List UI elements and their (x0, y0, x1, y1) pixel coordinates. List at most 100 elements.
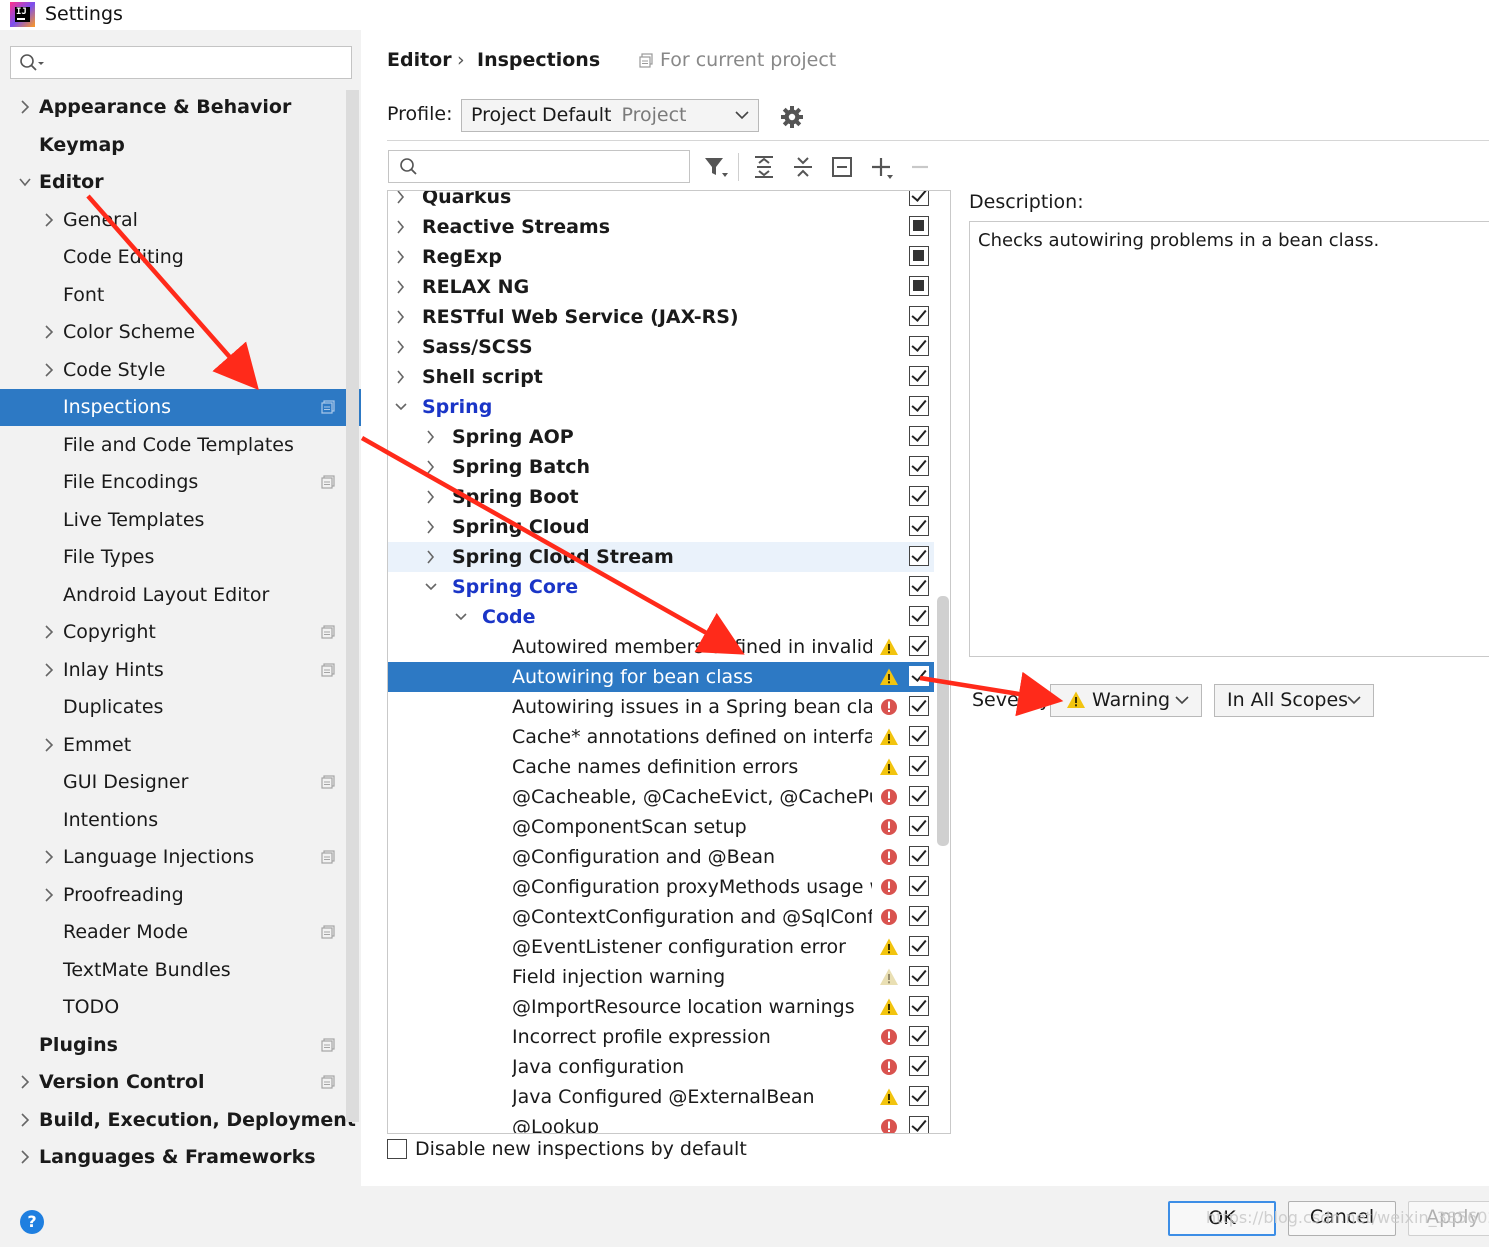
inspection-checkbox[interactable] (909, 336, 929, 356)
inspection-checkbox[interactable] (909, 786, 929, 806)
inspection-checkbox[interactable] (909, 876, 929, 896)
filter-icon[interactable] (702, 153, 730, 181)
reset-icon[interactable] (828, 153, 856, 181)
inspection-checkbox[interactable] (909, 936, 929, 956)
inspection-checkbox[interactable] (909, 1116, 929, 1133)
help-icon[interactable]: ? (20, 1210, 44, 1234)
inspection-checkbox[interactable] (909, 396, 929, 416)
sidebar-item[interactable]: Reader Mode (0, 914, 361, 951)
sidebar-item[interactable]: Appearance & Behavior (0, 89, 361, 126)
inspection-checkbox[interactable] (909, 966, 929, 986)
inspection-row[interactable]: Spring Batch (388, 452, 934, 482)
sidebar-item[interactable]: Language Injections (0, 839, 361, 876)
chevron-right-icon[interactable] (394, 302, 408, 332)
sidebar-item[interactable]: General (0, 202, 361, 239)
inspection-row[interactable]: Autowiring issues in a Spring bean class… (388, 692, 934, 722)
chevron-right-icon[interactable] (42, 202, 56, 239)
severity-dropdown[interactable]: Warning (1050, 684, 1202, 717)
inspection-row[interactable]: Spring Boot (388, 482, 934, 512)
chevron-right-icon[interactable] (424, 512, 438, 542)
chevron-right-icon[interactable] (42, 352, 56, 389)
inspection-checkbox[interactable] (909, 576, 929, 596)
sidebar-item[interactable]: Languages & Frameworks (0, 1139, 361, 1176)
chevron-right-icon[interactable] (394, 272, 408, 302)
inspection-checkbox[interactable] (909, 216, 929, 236)
sidebar-item[interactable]: TextMate Bundles (0, 952, 361, 989)
inspection-row[interactable]: Incorrect profile expression (388, 1022, 934, 1052)
inspection-search-input[interactable] (388, 150, 690, 183)
chevron-down-icon[interactable] (424, 572, 438, 602)
chevron-right-icon[interactable] (424, 482, 438, 512)
sidebar-item[interactable]: Duplicates (0, 689, 361, 726)
inspection-checkbox[interactable] (909, 426, 929, 446)
settings-search-input[interactable] (10, 46, 352, 79)
chevron-right-icon[interactable] (394, 190, 408, 212)
inspection-checkbox[interactable] (909, 606, 929, 626)
inspection-row[interactable]: Cache names definition errors (388, 752, 934, 782)
sidebar-item[interactable]: Code Style (0, 352, 361, 389)
chevron-right-icon[interactable] (394, 242, 408, 272)
chevron-right-icon[interactable] (42, 839, 56, 876)
sidebar-item[interactable]: Proofreading (0, 877, 361, 914)
sidebar-item[interactable]: Live Templates (0, 502, 361, 539)
inspection-checkbox[interactable] (909, 486, 929, 506)
sidebar-item[interactable]: File Encodings (0, 464, 361, 501)
inspection-row[interactable]: @EventListener configuration error (388, 932, 934, 962)
inspection-row[interactable]: Field injection warning (388, 962, 934, 992)
inspection-checkbox[interactable] (909, 276, 929, 296)
sidebar-item[interactable]: Copyright (0, 614, 361, 651)
inspection-row[interactable]: RESTful Web Service (JAX-RS) (388, 302, 934, 332)
inspection-checkbox[interactable] (909, 1086, 929, 1106)
chevron-right-icon[interactable] (18, 89, 32, 126)
inspection-row[interactable]: @ImportResource location warnings (388, 992, 934, 1022)
remove-icon[interactable] (906, 153, 934, 181)
inspection-row[interactable]: Cache* annotations defined on interfaces… (388, 722, 934, 752)
inspection-checkbox[interactable] (909, 816, 929, 836)
inspection-row[interactable]: @Configuration and @Bean (388, 842, 934, 872)
profile-dropdown[interactable]: Project Default Project (461, 99, 759, 132)
chevron-right-icon[interactable] (18, 1064, 32, 1101)
inspection-checkbox[interactable] (909, 1026, 929, 1046)
inspection-checkbox[interactable] (909, 756, 929, 776)
inspection-checkbox[interactable] (909, 696, 929, 716)
add-icon[interactable] (867, 153, 895, 181)
inspection-row[interactable]: Spring Core (388, 572, 934, 602)
inspection-row[interactable]: Spring (388, 392, 934, 422)
inspection-row[interactable]: Quarkus (388, 190, 934, 212)
inspection-checkbox[interactable] (909, 846, 929, 866)
inspection-checkbox[interactable] (909, 456, 929, 476)
inspection-checkbox[interactable] (909, 546, 929, 566)
chevron-right-icon[interactable] (424, 452, 438, 482)
inspection-row[interactable]: Shell script (388, 362, 934, 392)
inspection-row[interactable]: Spring Cloud Stream (388, 542, 934, 572)
chevron-right-icon[interactable] (424, 422, 438, 452)
sidebar-item[interactable]: Editor (0, 164, 361, 201)
gear-icon[interactable] (779, 104, 805, 130)
inspection-row[interactable]: Spring AOP (388, 422, 934, 452)
inspection-checkbox[interactable] (909, 306, 929, 326)
sidebar-item[interactable]: Code Editing (0, 239, 361, 276)
inspection-row[interactable]: @ComponentScan setup (388, 812, 934, 842)
inspection-checkbox[interactable] (909, 516, 929, 536)
sidebar-item[interactable]: Keymap (0, 127, 361, 164)
expand-all-icon[interactable] (750, 153, 778, 181)
scope-dropdown[interactable]: In All Scopes (1214, 684, 1374, 717)
inspection-row[interactable]: Java Configured @ExternalBean (388, 1082, 934, 1112)
chevron-down-icon[interactable] (18, 164, 32, 201)
inspection-checkbox[interactable] (909, 636, 929, 656)
inspection-row[interactable]: RELAX NG (388, 272, 934, 302)
chevron-right-icon[interactable] (42, 877, 56, 914)
inspection-row[interactable]: Autowiring for bean class (388, 662, 934, 692)
sidebar-item[interactable]: Intentions (0, 802, 361, 839)
inspection-row[interactable]: Autowired members defined in invalid Spr… (388, 632, 934, 662)
chevron-right-icon[interactable] (394, 362, 408, 392)
sidebar-item[interactable]: File Types (0, 539, 361, 576)
sidebar-item[interactable]: Color Scheme (0, 314, 361, 351)
chevron-right-icon[interactable] (42, 652, 56, 689)
inspection-row[interactable]: Sass/SCSS (388, 332, 934, 362)
inspection-checkbox[interactable] (909, 666, 929, 686)
inspection-checkbox[interactable] (909, 246, 929, 266)
inspection-row[interactable]: Reactive Streams (388, 212, 934, 242)
inspection-row[interactable]: @Lookup (388, 1112, 934, 1133)
chevron-right-icon[interactable] (42, 727, 56, 764)
